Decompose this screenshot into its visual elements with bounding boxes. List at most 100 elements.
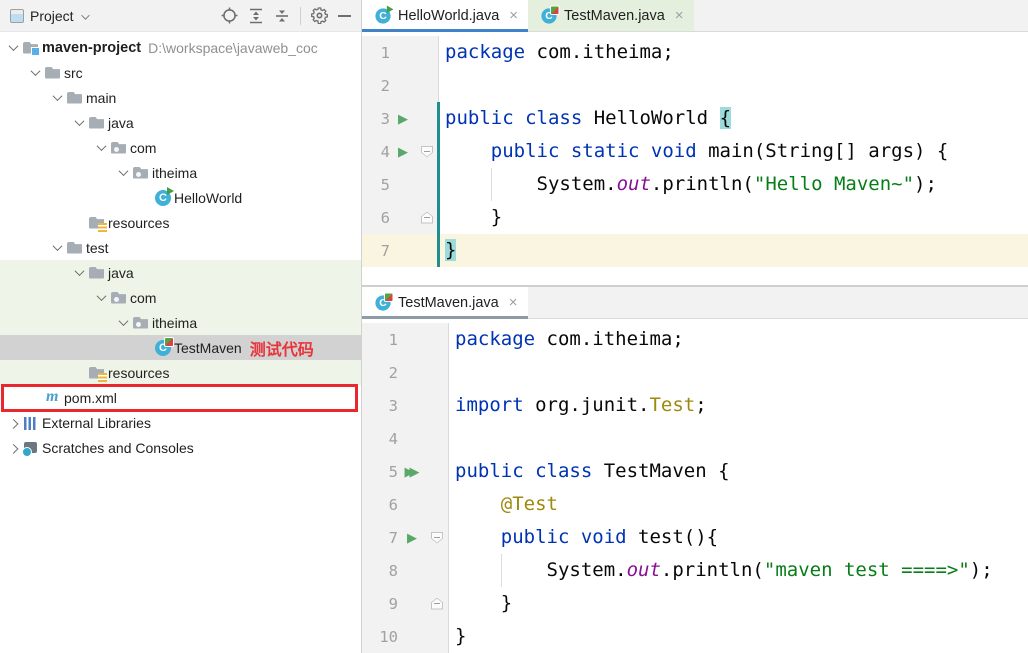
gutter-run-slot bbox=[398, 422, 426, 455]
tree-item-itheima[interactable]: itheima bbox=[0, 160, 361, 185]
code-text[interactable]: public class HelloWorld { bbox=[439, 102, 731, 135]
code-token bbox=[445, 140, 491, 162]
code-text[interactable]: } bbox=[439, 201, 502, 234]
code-token: com.itheima; bbox=[525, 41, 674, 63]
tree-item-external-libraries[interactable]: External Libraries bbox=[0, 410, 361, 435]
expand-all-icon[interactable] bbox=[248, 8, 264, 24]
bottom-editor-content[interactable]: 1package com.itheima;23import org.junit.… bbox=[362, 319, 1028, 653]
code-line[interactable]: 1package com.itheima; bbox=[362, 36, 1028, 69]
code-text[interactable]: public static void main(String[] args) { bbox=[439, 135, 948, 168]
close-icon[interactable]: × bbox=[509, 8, 518, 23]
tree-item-itheima[interactable]: itheima bbox=[0, 310, 361, 335]
chevron-down-icon[interactable] bbox=[114, 319, 132, 326]
code-text[interactable]: package com.itheima; bbox=[439, 36, 674, 69]
folder-package-icon bbox=[132, 314, 150, 332]
tree-item-scratches-and-consoles[interactable]: Scratches and Consoles bbox=[0, 435, 361, 460]
chevron-down-icon[interactable] bbox=[92, 144, 110, 151]
tree-item-com[interactable]: com bbox=[0, 285, 361, 310]
code-text[interactable]: public void test(){ bbox=[449, 521, 718, 554]
tree-item-java[interactable]: java bbox=[0, 110, 361, 135]
code-line[interactable]: 2 bbox=[362, 69, 1028, 102]
tree-item-com[interactable]: com bbox=[0, 135, 361, 160]
close-icon[interactable]: × bbox=[509, 295, 518, 310]
tree-item-pom-xml[interactable]: pom.xml bbox=[0, 385, 361, 410]
run-button-icon[interactable]: ▶ bbox=[390, 135, 416, 168]
class-run-icon bbox=[154, 189, 172, 207]
tree-item-src[interactable]: src bbox=[0, 60, 361, 85]
code-line[interactable]: 3import org.junit.Test; bbox=[362, 389, 1028, 422]
fold-marker-icon[interactable] bbox=[426, 521, 449, 554]
code-line[interactable]: 4▶ public static void main(String[] args… bbox=[362, 135, 1028, 168]
tree-item-label: itheima bbox=[152, 315, 197, 331]
tree-item-test[interactable]: test bbox=[0, 235, 361, 260]
chevron-down-icon[interactable] bbox=[114, 169, 132, 176]
code-text[interactable]: package com.itheima; bbox=[449, 323, 684, 356]
code-line[interactable]: 7▶ public void test(){ bbox=[362, 521, 1028, 554]
code-text[interactable]: System.out.println("maven test ====>"); bbox=[449, 554, 993, 587]
tree-item-resources[interactable]: resources bbox=[0, 210, 361, 235]
tree-item-main[interactable]: main bbox=[0, 85, 361, 110]
fold-marker-icon[interactable] bbox=[416, 135, 439, 168]
code-line[interactable]: 5▶▶public class TestMaven { bbox=[362, 455, 1028, 488]
chevron-down-icon[interactable] bbox=[70, 269, 88, 276]
chevron-right-icon[interactable] bbox=[4, 419, 22, 426]
code-text[interactable]: System.out.println("Hello Maven~"); bbox=[439, 168, 937, 201]
code-line[interactable]: 10} bbox=[362, 620, 1028, 653]
code-text[interactable]: } bbox=[439, 234, 456, 267]
code-line[interactable]: 7} bbox=[362, 234, 1028, 267]
run-button-icon[interactable]: ▶ bbox=[390, 102, 416, 135]
line-number: 9 bbox=[362, 587, 398, 620]
code-line[interactable]: 4 bbox=[362, 422, 1028, 455]
gutter-run-slot bbox=[390, 36, 416, 69]
chevron-down-icon[interactable] bbox=[48, 244, 66, 251]
code-line[interactable]: 2 bbox=[362, 356, 1028, 389]
code-text[interactable]: } bbox=[449, 587, 512, 620]
chevron-down-icon[interactable] bbox=[70, 119, 88, 126]
code-text[interactable]: } bbox=[449, 620, 466, 653]
chevron-down-icon[interactable] bbox=[26, 69, 44, 76]
code-line[interactable]: 9 } bbox=[362, 587, 1028, 620]
folder-icon bbox=[66, 89, 84, 107]
fold-marker-icon[interactable] bbox=[416, 201, 439, 234]
code-line[interactable]: 6 @Test bbox=[362, 488, 1028, 521]
code-token: com.itheima; bbox=[535, 328, 684, 350]
code-line[interactable]: 5 System.out.println("Hello Maven~"); bbox=[362, 168, 1028, 201]
run-button-icon[interactable]: ▶▶ bbox=[398, 455, 426, 488]
collapse-all-icon[interactable] bbox=[274, 8, 290, 24]
code-token: public void bbox=[501, 526, 627, 548]
close-icon[interactable]: × bbox=[675, 8, 684, 23]
tab-testmaven-java[interactable]: TestMaven.java× bbox=[362, 287, 528, 318]
code-line[interactable]: 8 System.out.println("maven test ====>")… bbox=[362, 554, 1028, 587]
locate-icon[interactable] bbox=[221, 7, 238, 24]
chevron-down-icon[interactable] bbox=[92, 294, 110, 301]
run-button-icon[interactable]: ▶ bbox=[398, 521, 426, 554]
gutter-fold-slot bbox=[426, 389, 449, 422]
line-number: 8 bbox=[362, 554, 398, 587]
tree-item-helloworld[interactable]: HelloWorld bbox=[0, 185, 361, 210]
project-view-selector[interactable]: Project bbox=[6, 8, 93, 24]
code-text[interactable]: @Test bbox=[449, 488, 558, 521]
code-line[interactable]: 6 } bbox=[362, 201, 1028, 234]
settings-gear-icon[interactable] bbox=[311, 7, 328, 24]
class-test-icon bbox=[540, 7, 557, 24]
line-number: 6 bbox=[362, 201, 390, 234]
tab-testmaven-java[interactable]: TestMaven.java× bbox=[528, 0, 694, 31]
tab-helloworld-java[interactable]: HelloWorld.java× bbox=[362, 0, 528, 31]
folder-resources-icon bbox=[88, 214, 106, 232]
hide-panel-icon[interactable] bbox=[338, 15, 351, 17]
tree-item-maven-project[interactable]: maven-projectD:\workspace\javaweb_coc bbox=[0, 35, 361, 60]
fold-marker-icon[interactable] bbox=[426, 587, 449, 620]
code-line[interactable]: 1package com.itheima; bbox=[362, 323, 1028, 356]
tree-item-java[interactable]: java bbox=[0, 260, 361, 285]
code-token: ); bbox=[914, 173, 937, 195]
code-text[interactable]: import org.junit.Test; bbox=[449, 389, 707, 422]
chevron-right-icon[interactable] bbox=[4, 444, 22, 451]
tree-item-resources[interactable]: resources bbox=[0, 360, 361, 385]
code-text[interactable]: public class TestMaven { bbox=[449, 455, 730, 488]
top-editor-content[interactable]: 1package com.itheima;23▶public class Hel… bbox=[362, 32, 1028, 285]
code-line[interactable]: 3▶public class HelloWorld { bbox=[362, 102, 1028, 135]
chevron-down-icon[interactable] bbox=[48, 94, 66, 101]
chevron-down-icon[interactable] bbox=[4, 44, 22, 51]
tree-item-testmaven[interactable]: TestMaven测试代码 bbox=[0, 335, 361, 360]
folder-package-icon bbox=[132, 164, 150, 182]
